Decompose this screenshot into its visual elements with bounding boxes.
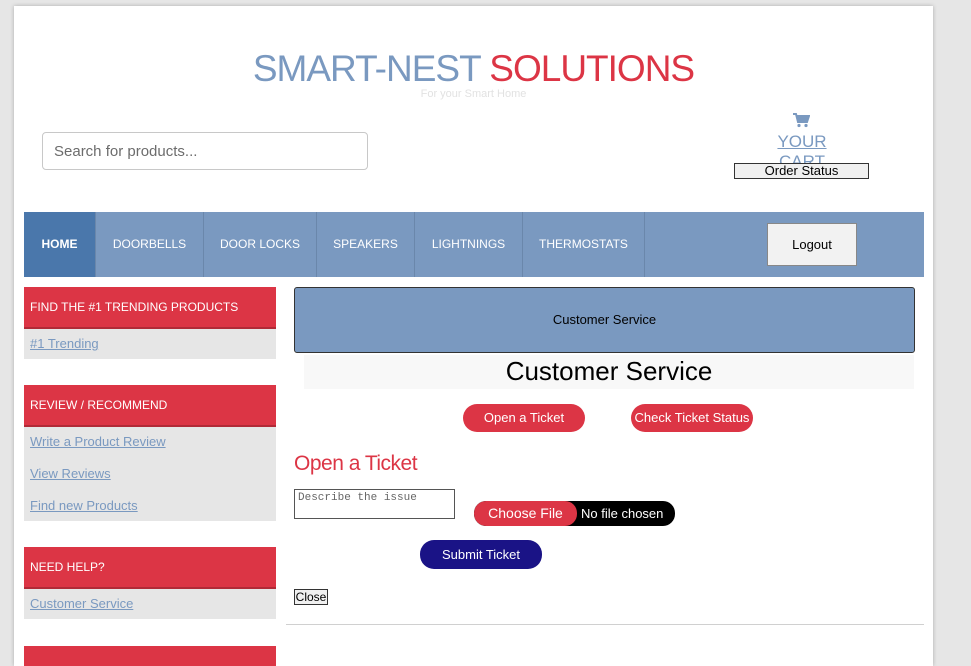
sidebar-links: #1 Trending xyxy=(24,329,276,359)
nav-item-doorbells[interactable]: DOORBELLS xyxy=(96,212,204,277)
sidebar-links: Customer Service xyxy=(24,589,276,619)
open-ticket-button[interactable]: Open a Ticket xyxy=(463,404,585,432)
file-upload-input[interactable]: Choose File No file chosen xyxy=(474,501,675,526)
sidebar-heading: REVIEW / RECOMMEND xyxy=(24,385,276,427)
issue-description-field[interactable] xyxy=(294,489,455,519)
search-input[interactable] xyxy=(42,132,368,170)
nav-item-lightnings[interactable]: LIGHTNINGS xyxy=(415,212,523,277)
divider xyxy=(286,624,924,625)
sidebar-section-help: NEED HELP? Customer Service xyxy=(24,547,276,619)
sidebar-link-trending[interactable]: #1 Trending xyxy=(30,333,276,355)
page-title: Customer Service xyxy=(304,355,914,389)
sidebar-link-customer-service[interactable]: Customer Service xyxy=(30,593,276,615)
page: SMART-NEST SOLUTIONS For your Smart Home… xyxy=(14,6,933,666)
main-nav: HOME DOORBELLS DOOR LOCKS SPEAKERS LIGHT… xyxy=(24,212,924,277)
close-button[interactable]: Close xyxy=(294,589,328,605)
nav-item-speakers[interactable]: SPEAKERS xyxy=(317,212,415,277)
sidebar-heading xyxy=(24,646,276,666)
brand-name-part2: SOLUTIONS xyxy=(489,48,695,89)
brand-name-part1: SMART-NEST xyxy=(252,48,481,89)
brand-tagline: For your Smart Home xyxy=(420,88,527,100)
sidebar-link-view-reviews[interactable]: View Reviews xyxy=(30,463,276,495)
check-ticket-status-button[interactable]: Check Ticket Status xyxy=(631,404,753,432)
sidebar-section-partial xyxy=(24,646,276,666)
sidebar-heading: FIND THE #1 TRENDING PRODUCTS xyxy=(24,287,276,329)
customer-service-banner: Customer Service xyxy=(294,287,915,353)
sidebar-section-review: REVIEW / RECOMMEND Write a Product Revie… xyxy=(24,385,276,521)
nav-item-thermostats[interactable]: THERMOSTATS xyxy=(523,212,645,277)
sidebar-section-trending: FIND THE #1 TRENDING PRODUCTS #1 Trendin… xyxy=(24,287,276,359)
open-ticket-heading: Open a Ticket xyxy=(294,452,418,475)
choose-file-button[interactable]: Choose File xyxy=(474,501,577,526)
file-status-text: No file chosen xyxy=(581,506,664,521)
sidebar-link-find-products[interactable]: Find new Products xyxy=(30,495,276,517)
shopping-cart-icon[interactable] xyxy=(792,112,810,128)
nav-item-door-locks[interactable]: DOOR LOCKS xyxy=(204,212,317,277)
sidebar-heading: NEED HELP? xyxy=(24,547,276,589)
logout-button[interactable]: Logout xyxy=(767,223,857,266)
sidebar-link-write-review[interactable]: Write a Product Review xyxy=(30,431,276,463)
brand-title: SMART-NEST SOLUTIONS xyxy=(14,46,933,92)
order-status-button[interactable]: Order Status xyxy=(734,163,869,179)
sidebar-links: Write a Product Review View Reviews Find… xyxy=(24,427,276,521)
nav-item-home[interactable]: HOME xyxy=(24,212,96,277)
submit-ticket-button[interactable]: Submit Ticket xyxy=(420,540,542,569)
